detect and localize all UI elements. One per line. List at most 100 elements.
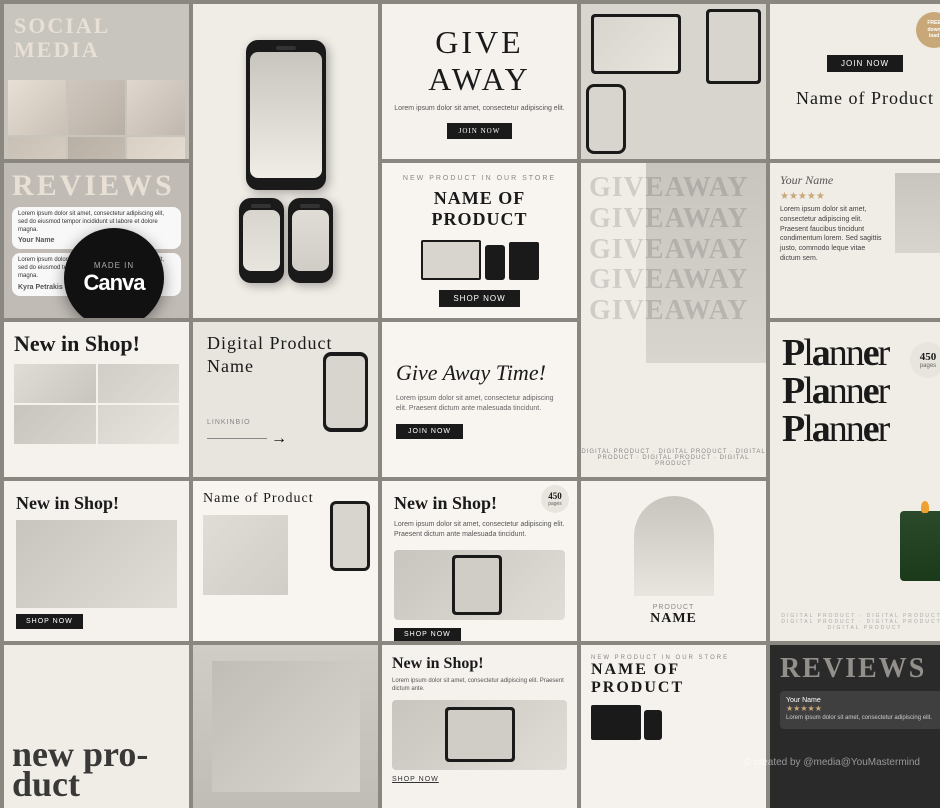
card-reviews: REVIEWS Lorem ipsum dolor sit amet, cons… bbox=[4, 163, 189, 318]
person-thumbnail bbox=[895, 173, 940, 253]
phone-screen bbox=[250, 52, 322, 178]
planner-p2: P bbox=[782, 370, 803, 412]
shop-photo-3 bbox=[14, 405, 96, 444]
store-phone bbox=[644, 710, 662, 740]
planner-pages-label: pages bbox=[920, 363, 936, 369]
shop-photo-1 bbox=[14, 364, 96, 403]
card-name-product-center: NEW PRODUCT IN OUR STORE NAME OF PRODUCT… bbox=[382, 163, 577, 318]
shop-photo-2 bbox=[98, 364, 180, 403]
planner-r: r bbox=[878, 332, 889, 374]
candle-flame bbox=[921, 501, 929, 513]
your-name-label: Your Name bbox=[780, 173, 887, 188]
planner-e: e bbox=[863, 332, 878, 374]
tablet-screen bbox=[709, 12, 758, 81]
card-giveaway: GIVE AWAY Lorem ipsum dolor sit amet, co… bbox=[382, 4, 577, 159]
planner-page-count: 450 pages bbox=[910, 342, 940, 378]
phone-small-1 bbox=[239, 198, 284, 283]
mini-tablet bbox=[509, 242, 539, 280]
new-shop-1-title: New in Shop! bbox=[14, 332, 179, 356]
planner-l3: l bbox=[803, 408, 812, 450]
photo-6 bbox=[127, 137, 185, 159]
devices-row bbox=[421, 240, 539, 280]
card-new-product-big: new pro- duct bbox=[4, 645, 189, 808]
planner-n3: nn bbox=[829, 408, 863, 450]
planner-a3: a bbox=[812, 408, 829, 450]
dark-review-text: Lorem ipsum dolor sit amet, consectetur … bbox=[786, 715, 940, 723]
dark-review-stars: ★★★★★ bbox=[786, 704, 940, 713]
reviews-dark-title: REVIEWS bbox=[780, 655, 940, 683]
card-new-shop-1: New in Shop! bbox=[4, 322, 189, 477]
tablet-screen-r5 bbox=[448, 710, 512, 759]
card-your-name: Your Name ★★★★★ Lorem ipsum dolor sit am… bbox=[770, 163, 940, 318]
card-devices-top bbox=[581, 4, 766, 159]
photo-5 bbox=[68, 137, 126, 159]
product-title-v: NAME bbox=[650, 611, 697, 627]
card-join-now: FREEdownload JOIN NOW Name of Product bbox=[770, 4, 940, 159]
planner-n2: nn bbox=[829, 370, 863, 412]
page-count-num: 450 bbox=[548, 492, 562, 501]
laptop-content bbox=[594, 17, 678, 71]
join-now-button[interactable]: JOIN NOW bbox=[827, 55, 903, 72]
giveaway-time-title: Give Away Time! bbox=[396, 360, 563, 386]
new-product-label: NEW PRODUCT IN OUR STORE bbox=[403, 175, 556, 182]
card-phone-model bbox=[193, 4, 378, 318]
giveaway-time-text: Lorem ipsum dolor sit amet, consectetur … bbox=[396, 394, 563, 414]
canva-badge: MADE IN Canva bbox=[64, 228, 164, 318]
new-product-big-text: new pro- duct bbox=[12, 739, 181, 800]
your-name-content: Your Name ★★★★★ Lorem ipsum dolor sit am… bbox=[780, 173, 887, 264]
photo-2 bbox=[68, 80, 126, 135]
giveaway-subtitle: Lorem ipsum dolor sit amet, consectetur … bbox=[394, 104, 564, 114]
card-new-shop-bottom: New in Shop! SHOP NOW bbox=[4, 481, 189, 641]
planner-l1: l bbox=[803, 332, 812, 374]
review-content-dark: Your Name ★★★★★ Lorem ipsum dolor sit am… bbox=[780, 691, 940, 729]
new-shop-3-device: 450 pages bbox=[394, 550, 565, 620]
photo-grid bbox=[4, 76, 189, 159]
made-in-label: MADE IN bbox=[94, 261, 134, 270]
giveaway-time-join-button[interactable]: JOIN NOW bbox=[396, 424, 463, 439]
shop-now-btn[interactable]: SHOP NOW bbox=[16, 614, 83, 629]
planner-n: nn bbox=[829, 332, 863, 374]
phone-small-2 bbox=[288, 198, 333, 283]
tablet-device-img bbox=[392, 700, 567, 770]
photo-3 bbox=[127, 80, 185, 135]
photo-1 bbox=[8, 80, 66, 135]
dark-review-name: Your Name bbox=[786, 697, 940, 704]
mini-laptop bbox=[421, 240, 481, 280]
your-name-review-text: Lorem ipsum dolor sit amet, consectetur … bbox=[780, 205, 887, 264]
page-count-badge: 450 pages bbox=[541, 485, 569, 513]
product-label-v: PRODUCT bbox=[653, 604, 695, 611]
phone-screen-sm bbox=[589, 87, 623, 151]
new-shop-3-title: New in Shop! bbox=[394, 493, 565, 514]
card-product-name-v: PRODUCT NAME bbox=[581, 481, 766, 641]
giveaway-give: GIVE bbox=[435, 24, 523, 61]
new-shop-tablet-text: Lorem ipsum dolor sit amet, consectetur … bbox=[392, 677, 567, 694]
free-badge: FREEdownload bbox=[916, 12, 940, 48]
tablet-mockup-r5 bbox=[445, 707, 515, 762]
planner-l2: l bbox=[803, 370, 812, 412]
phone-side-mockup bbox=[323, 352, 368, 432]
new-shop-3-button[interactable]: SHOP NOW bbox=[394, 628, 461, 641]
store-title: NAME OF PRODUCT bbox=[591, 661, 756, 697]
card-name-product-store: NEW PRODUCT IN OUR STORE NAME OF PRODUCT bbox=[581, 645, 766, 808]
phone-photo bbox=[250, 52, 322, 178]
shop-now-button[interactable]: SHOP NOW bbox=[439, 290, 519, 307]
card-planner: Planner Planner Planner 450 pages DIGITA… bbox=[770, 322, 940, 641]
planner-page-num: 450 bbox=[920, 352, 937, 363]
new-shop-tablet-button[interactable]: SHOP NOW bbox=[392, 776, 567, 783]
giveaway-join-button[interactable]: JOIN NOW bbox=[447, 123, 513, 139]
necklace-inner bbox=[212, 661, 360, 791]
rating-stars: ★★★★★ bbox=[780, 191, 887, 202]
planner-p3: P bbox=[782, 408, 803, 450]
product-name-label: Name of Product bbox=[796, 88, 934, 109]
watermark: © created by @media@YouMastermind bbox=[744, 757, 920, 768]
card-digital-product: Digital Product Name LINKINBIO → bbox=[193, 322, 378, 477]
planner-a: a bbox=[812, 332, 829, 374]
giveaway-away: AWAY bbox=[428, 61, 530, 98]
product-title: NAME OF PRODUCT bbox=[394, 188, 565, 230]
laptop-screen bbox=[594, 17, 678, 71]
canva-brand: Canva bbox=[83, 270, 144, 296]
new-shop-photo-grid bbox=[14, 364, 179, 444]
card-necklace bbox=[193, 645, 378, 808]
planner-r3: r bbox=[878, 408, 889, 450]
laptop-mockup bbox=[591, 14, 681, 74]
